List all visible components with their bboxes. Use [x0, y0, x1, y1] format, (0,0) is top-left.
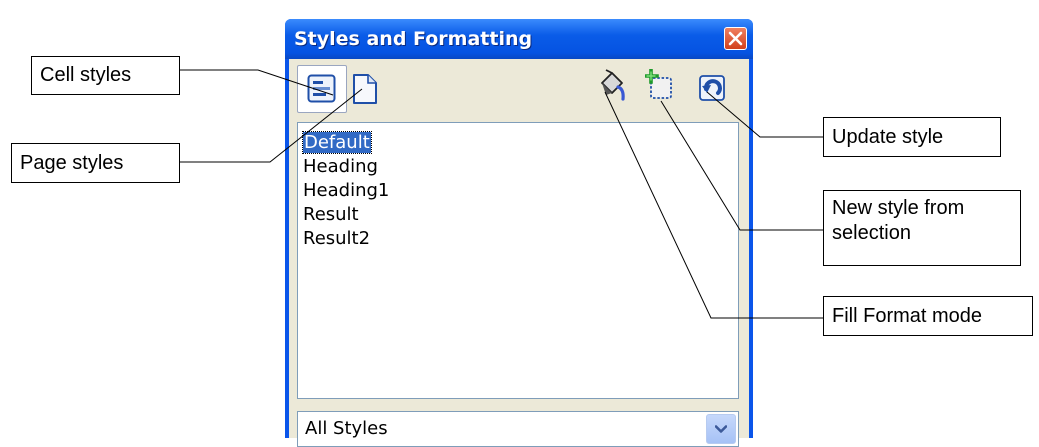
list-item[interactable]: Result: [303, 203, 359, 227]
list-item-label: Heading: [303, 156, 378, 177]
list-item[interactable]: Default: [302, 131, 372, 155]
callout-new-style-line2: selection: [832, 222, 911, 244]
chevron-down-icon: [715, 425, 727, 433]
update-style-icon: [699, 75, 725, 101]
close-icon: [728, 31, 743, 46]
update-style-button[interactable]: [697, 69, 729, 101]
list-item-label: Result2: [303, 228, 371, 249]
new-style-from-selection-button[interactable]: [643, 68, 677, 101]
list-item[interactable]: Heading: [303, 155, 378, 179]
window-title: Styles and Formatting: [294, 28, 533, 50]
callout-cell-styles-text: Cell styles: [40, 64, 132, 86]
style-filter-value: All Styles: [305, 418, 388, 439]
callout-new-style-line1: New style from: [832, 197, 965, 219]
styles-formatting-window: Styles and Formatting Default Heading He…: [285, 19, 753, 447]
page-styles-icon: [353, 74, 377, 104]
callout-update-style: Update style: [823, 117, 1001, 157]
new-style-icon: [643, 68, 672, 99]
paint-bucket-icon: [601, 69, 625, 101]
callout-page-styles: Page styles: [11, 143, 180, 183]
callout-fill-format-text: Fill Format mode: [832, 305, 983, 327]
page-styles-button[interactable]: [351, 73, 383, 105]
list-item[interactable]: Heading1: [303, 179, 389, 203]
close-button[interactable]: [724, 27, 747, 50]
list-item-label: Heading1: [303, 180, 390, 201]
list-item[interactable]: Result2: [303, 227, 370, 251]
callout-fill-format: Fill Format mode: [823, 296, 1033, 336]
window-client-area: Default Heading Heading1 Result Result2 …: [289, 59, 749, 447]
callout-page-styles-text: Page styles: [20, 152, 124, 174]
title-bar[interactable]: Styles and Formatting: [285, 19, 753, 59]
list-item-label: Default: [302, 131, 372, 154]
style-filter-dropdown[interactable]: All Styles: [297, 411, 739, 447]
callout-new-style: New style from selection: [823, 190, 1021, 266]
list-item-label: Result: [303, 204, 359, 225]
cell-styles-button[interactable]: [297, 65, 347, 113]
callout-cell-styles: Cell styles: [31, 56, 180, 95]
styles-list[interactable]: Default Heading Heading1 Result Result2: [297, 122, 739, 399]
dropdown-button[interactable]: [706, 414, 736, 444]
cell-styles-icon: [307, 74, 336, 103]
fill-format-mode-button[interactable]: [596, 69, 628, 101]
callout-update-style-text: Update style: [832, 126, 944, 148]
